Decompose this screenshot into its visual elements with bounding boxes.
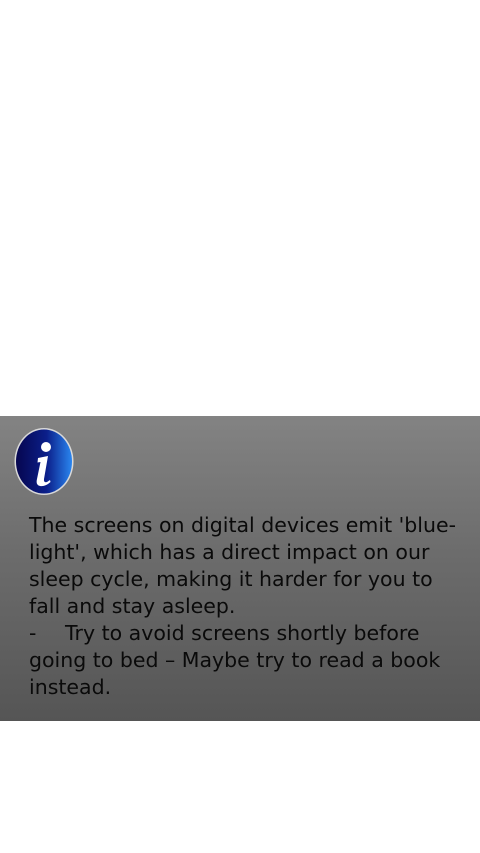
tip-text: Try to avoid screens shortly before goin… [29,621,441,699]
screen: The screens on digital devices emit 'blu… [0,0,480,853]
info-message-body: The screens on digital devices emit 'blu… [29,513,456,618]
tip-line: - Try to avoid screens shortly before goi… [29,620,469,701]
info-message: The screens on digital devices emit 'blu… [29,512,469,701]
info-panel: The screens on digital devices emit 'blu… [0,416,480,721]
tip-bullet: - [29,621,37,645]
info-icon [14,427,74,496]
